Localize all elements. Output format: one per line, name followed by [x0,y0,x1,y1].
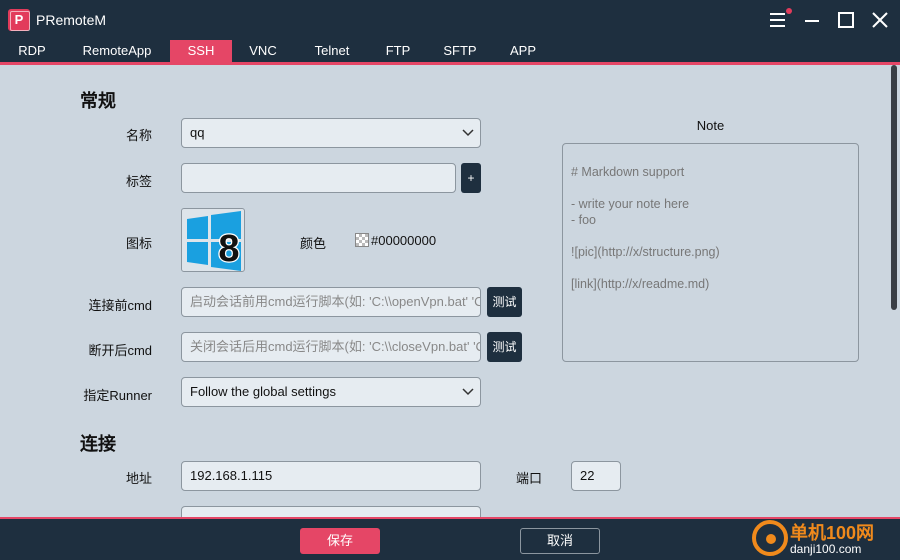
title-bar: P PRemoteM [0,0,900,40]
tags-label: 标签 [125,174,152,189]
protocol-tabs: RDP RemoteApp SSH VNC Telnet FTP SFTP AP… [0,40,900,62]
windows-8-icon: 8 [187,211,241,271]
site-watermark: 单机100网 danji100.com [748,517,900,560]
maximize-icon [838,12,854,28]
tab-vnc[interactable]: VNC [240,40,286,62]
tab-telnet[interactable]: Telnet [304,40,360,62]
port-input[interactable]: 22 [571,461,621,491]
note-line [571,180,850,196]
server-icon-picker[interactable]: 8 [181,208,245,272]
ssh-settings-panel: 常规 名称 qq 标签 + 图标 8 颜色 #00000000 连接前cmd 启… [0,65,900,517]
chevron-down-icon [462,388,474,396]
tab-sftp[interactable]: SFTP [436,40,484,62]
tab-ftp[interactable]: FTP [378,40,418,62]
test-before-cmd-button[interactable]: 测试 [487,287,522,317]
tab-ssh[interactable]: SSH [170,40,232,62]
before-cmd-label: 连接前cmd [88,298,152,313]
test-after-cmd-button[interactable]: 测试 [487,332,522,362]
name-value: qq [190,125,205,140]
note-line: ![pic](http://x/structure.png) [571,245,720,259]
note-line: - foo [571,213,597,227]
chevron-down-icon [462,129,474,137]
vertical-scrollbar[interactable] [891,65,897,310]
name-select[interactable]: qq [181,118,481,148]
address-input[interactable]: 192.168.1.115 [181,461,481,491]
close-button[interactable] [866,6,894,34]
color-value: #00000000 [371,233,437,248]
note-title: Note [696,118,725,133]
close-icon [872,12,888,28]
runner-label: 指定Runner [83,388,152,403]
add-tag-button[interactable]: + [461,163,481,193]
name-label: 名称 [125,128,152,143]
watermark-url: danji100.com [790,542,862,556]
before-cmd-input[interactable]: 启动会话前用cmd运行脚本(如: 'C:\\openVpn.bat' 'C [181,287,481,317]
note-line: # Markdown support [571,165,685,179]
tags-input[interactable] [181,163,456,193]
cancel-button[interactable]: 取消 [520,528,600,554]
after-cmd-label: 断开后cmd [88,343,152,358]
icon-badge: 8 [218,228,239,270]
note-line: - write your note here [571,197,690,211]
port-label: 端口 [515,471,542,486]
app-logo-icon: P [8,9,30,31]
tab-remoteapp[interactable]: RemoteApp [74,40,160,62]
menu-button[interactable] [764,6,792,34]
watermark-logo-icon [752,520,788,556]
address-label: 地址 [125,471,152,486]
after-cmd-input[interactable]: 关闭会话后用cmd运行脚本(如: 'C:\\closeVpn.bat' 'C [181,332,481,362]
color-label: 颜色 [299,236,326,251]
note-line [571,228,850,244]
icon-label: 图标 [125,236,152,251]
section-general-title: 常规 [80,91,116,111]
minimize-icon [805,20,819,22]
notification-dot [786,8,792,14]
runner-select[interactable]: Follow the global settings [181,377,481,407]
next-field-partial[interactable] [181,506,481,517]
tab-app[interactable]: APP [502,40,544,62]
color-swatch[interactable] [355,233,369,247]
note-editor[interactable]: # Markdown support - write your note her… [562,143,859,362]
note-line: [link](http://x/readme.md) [571,277,710,291]
maximize-button[interactable] [832,6,860,34]
tab-rdp[interactable]: RDP [8,40,56,62]
note-line [571,260,850,276]
runner-value: Follow the global settings [190,384,336,399]
section-connection-title: 连接 [80,434,116,454]
app-title: PRemoteM [36,12,107,28]
save-button[interactable]: 保存 [300,528,380,554]
minimize-button[interactable] [798,6,826,34]
